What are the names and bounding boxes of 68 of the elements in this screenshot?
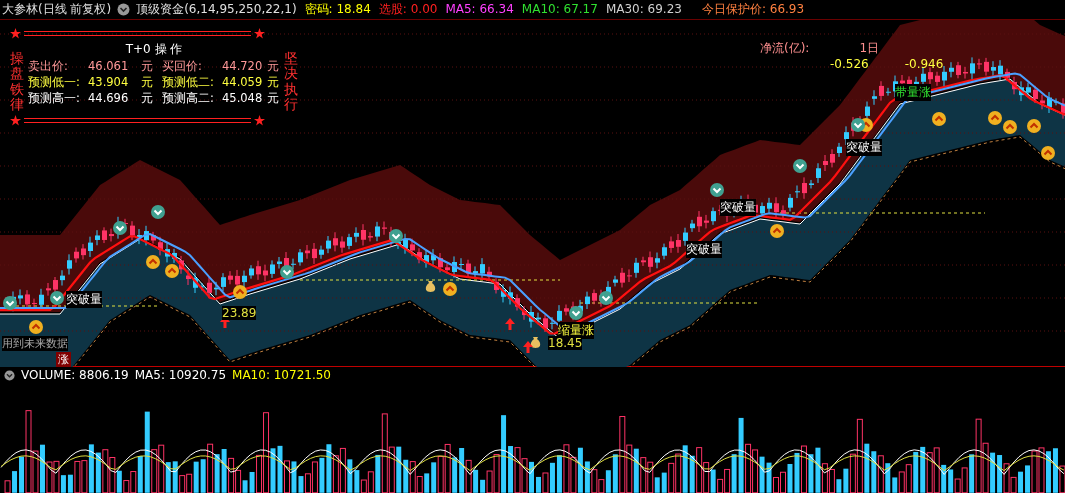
chart-title: 大参林(日线 前复权) (2, 1, 112, 18)
chevron-up-icon (146, 254, 160, 269)
chevron-up-icon (29, 319, 43, 334)
chevron-down-icon (599, 290, 613, 305)
money-bag-icon (528, 335, 542, 349)
price-value: 44.696 (88, 89, 130, 106)
indicator-value: 密码: 18.84 (304, 1, 371, 18)
chevron-down-icon (50, 290, 64, 305)
chevron-up-icon (1003, 119, 1017, 134)
price-value: 44.720 (222, 57, 264, 74)
unit-label: 元 (140, 73, 154, 90)
chevron-up-icon (932, 111, 946, 126)
unit-label: 元 (266, 73, 280, 90)
chevron-down-icon (710, 182, 724, 197)
chevron-down-icon (389, 228, 403, 243)
indicator-value: MA10: 67.17 (521, 2, 598, 17)
up-arrow-icon (522, 340, 534, 353)
price-value: 44.059 (222, 73, 264, 90)
chevron-down-icon (3, 295, 17, 310)
chevron-down-icon (151, 204, 165, 219)
unit-label: 元 (140, 89, 154, 106)
price-value: 45.048 (222, 89, 264, 106)
chevron-up-icon (988, 110, 1002, 125)
star-icon (254, 114, 265, 126)
motto-text: 操盘铁律 (10, 48, 24, 113)
price-label: 预测高一: (28, 89, 81, 106)
motto-text: 坚决执行 (284, 48, 298, 113)
period-label: 1日 (859, 39, 880, 57)
unit-label: 元 (266, 89, 280, 106)
indicator-value: MA5: 66.34 (445, 2, 514, 17)
chevron-up-icon (443, 281, 457, 296)
chevron-down-icon (280, 264, 294, 279)
money-bag-icon (423, 279, 437, 293)
chevron-down-icon (113, 220, 127, 235)
price-value: 46.061 (88, 57, 130, 74)
chevron-up-icon (770, 223, 784, 238)
net-flow-value: -0.526 (830, 56, 869, 71)
dropdown-icon[interactable] (117, 3, 131, 16)
volume-value: MA5: 10920.75 (134, 368, 227, 383)
chevron-up-icon (1027, 118, 1041, 133)
panel-title: T+0 操 作 (125, 40, 183, 58)
indicator-value: 今日保护价: 66.93 (701, 1, 805, 18)
volume-value: VOLUME: 8806.19 (21, 368, 129, 383)
chevron-down-icon (569, 305, 583, 320)
star-icon (10, 27, 21, 39)
price-value: 43.904 (88, 73, 130, 90)
indicator-value: MA30: 69.23 (605, 2, 682, 17)
up-arrow-icon (504, 317, 516, 330)
price-label: 预测低一: (28, 73, 81, 90)
price-label: 买回价: (162, 57, 203, 74)
net-flow-label: 净流(亿): (760, 39, 810, 57)
price-label: 预测低二: (162, 73, 215, 90)
chevron-up-icon (1041, 145, 1055, 160)
chevron-down-icon (851, 117, 865, 132)
chevron-down-icon (793, 158, 807, 173)
indicator-value: 选股: 0.00 (378, 1, 438, 18)
dropdown-icon[interactable] (4, 369, 15, 381)
price-label: 预测高二: (162, 89, 215, 106)
net-flow-value: -0.946 (904, 56, 944, 71)
unit-label: 元 (266, 57, 280, 74)
star-icon (254, 27, 265, 39)
chevron-up-icon (233, 284, 247, 299)
price-label: 卖出价: (28, 57, 69, 74)
indicator-name: 顶级资金(6,14,95,250,22,1) (136, 1, 297, 18)
chevron-up-icon (165, 263, 179, 278)
star-icon (10, 114, 21, 126)
unit-label: 元 (140, 57, 154, 74)
volume-value: MA10: 10721.50 (232, 368, 331, 383)
